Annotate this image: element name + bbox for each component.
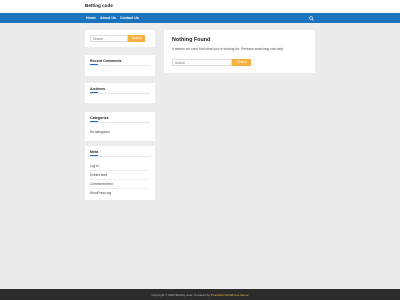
main-search-button[interactable]: Search bbox=[232, 59, 251, 66]
main-navigation: Home About Us Contact Us bbox=[0, 13, 400, 23]
search-icon[interactable] bbox=[309, 15, 314, 21]
nav-item-about-us[interactable]: About Us bbox=[100, 16, 116, 20]
divider bbox=[90, 64, 150, 65]
recent-comments-widget: Recent Comments bbox=[85, 55, 155, 76]
site-footer: Copyright © 2023 Betting code. Powered b… bbox=[0, 289, 400, 300]
archives-widget: Archives bbox=[85, 83, 155, 103]
categories-widget: Categories No categories bbox=[85, 112, 155, 141]
nav-item-contact-us[interactable]: Contact Us bbox=[120, 16, 139, 20]
meta-link-wordpress-org[interactable]: WordPress.org bbox=[90, 191, 111, 195]
main-search-input[interactable] bbox=[172, 59, 232, 66]
page-title: Nothing Found bbox=[172, 37, 211, 43]
footer-credits: Copyright © 2023 Betting code. Powered b… bbox=[0, 293, 400, 297]
divider bbox=[90, 121, 150, 122]
sidebar-search-widget: Search bbox=[85, 30, 155, 47]
title-accent bbox=[90, 121, 98, 122]
widget-title: Categories bbox=[90, 116, 109, 120]
meta-link-entries-feed[interactable]: Entries feed bbox=[90, 173, 107, 177]
not-found-message: It seems we can't find what you're looki… bbox=[172, 47, 284, 51]
meta-widget: Meta Log in Entries feed Comments feed W… bbox=[85, 146, 155, 200]
sidebar-search-button[interactable]: Search bbox=[128, 35, 145, 42]
meta-link-comments-feed[interactable]: Comments feed bbox=[90, 182, 113, 186]
widget-title: Meta bbox=[90, 150, 99, 154]
sidebar-search-input[interactable] bbox=[90, 35, 128, 42]
divider bbox=[90, 155, 150, 156]
title-accent bbox=[90, 64, 98, 65]
site-header: Betting code bbox=[0, 0, 400, 13]
title-accent bbox=[90, 92, 98, 93]
title-accent bbox=[90, 155, 98, 156]
nav-item-home[interactable]: Home bbox=[86, 16, 96, 20]
main-content: Nothing Found It seems we can't find wha… bbox=[164, 30, 315, 73]
no-categories-text: No categories bbox=[90, 130, 110, 134]
meta-link-log-in[interactable]: Log in bbox=[90, 164, 99, 168]
site-title[interactable]: Betting code bbox=[85, 3, 113, 8]
divider bbox=[90, 92, 150, 93]
copyright-text: Copyright © 2023 Betting code. Powered b… bbox=[151, 292, 210, 297]
widget-title: Archives bbox=[90, 87, 106, 91]
footer-theme-link[interactable]: Proudhub WordPress theme bbox=[211, 293, 249, 297]
widget-title: Recent Comments bbox=[90, 59, 122, 63]
